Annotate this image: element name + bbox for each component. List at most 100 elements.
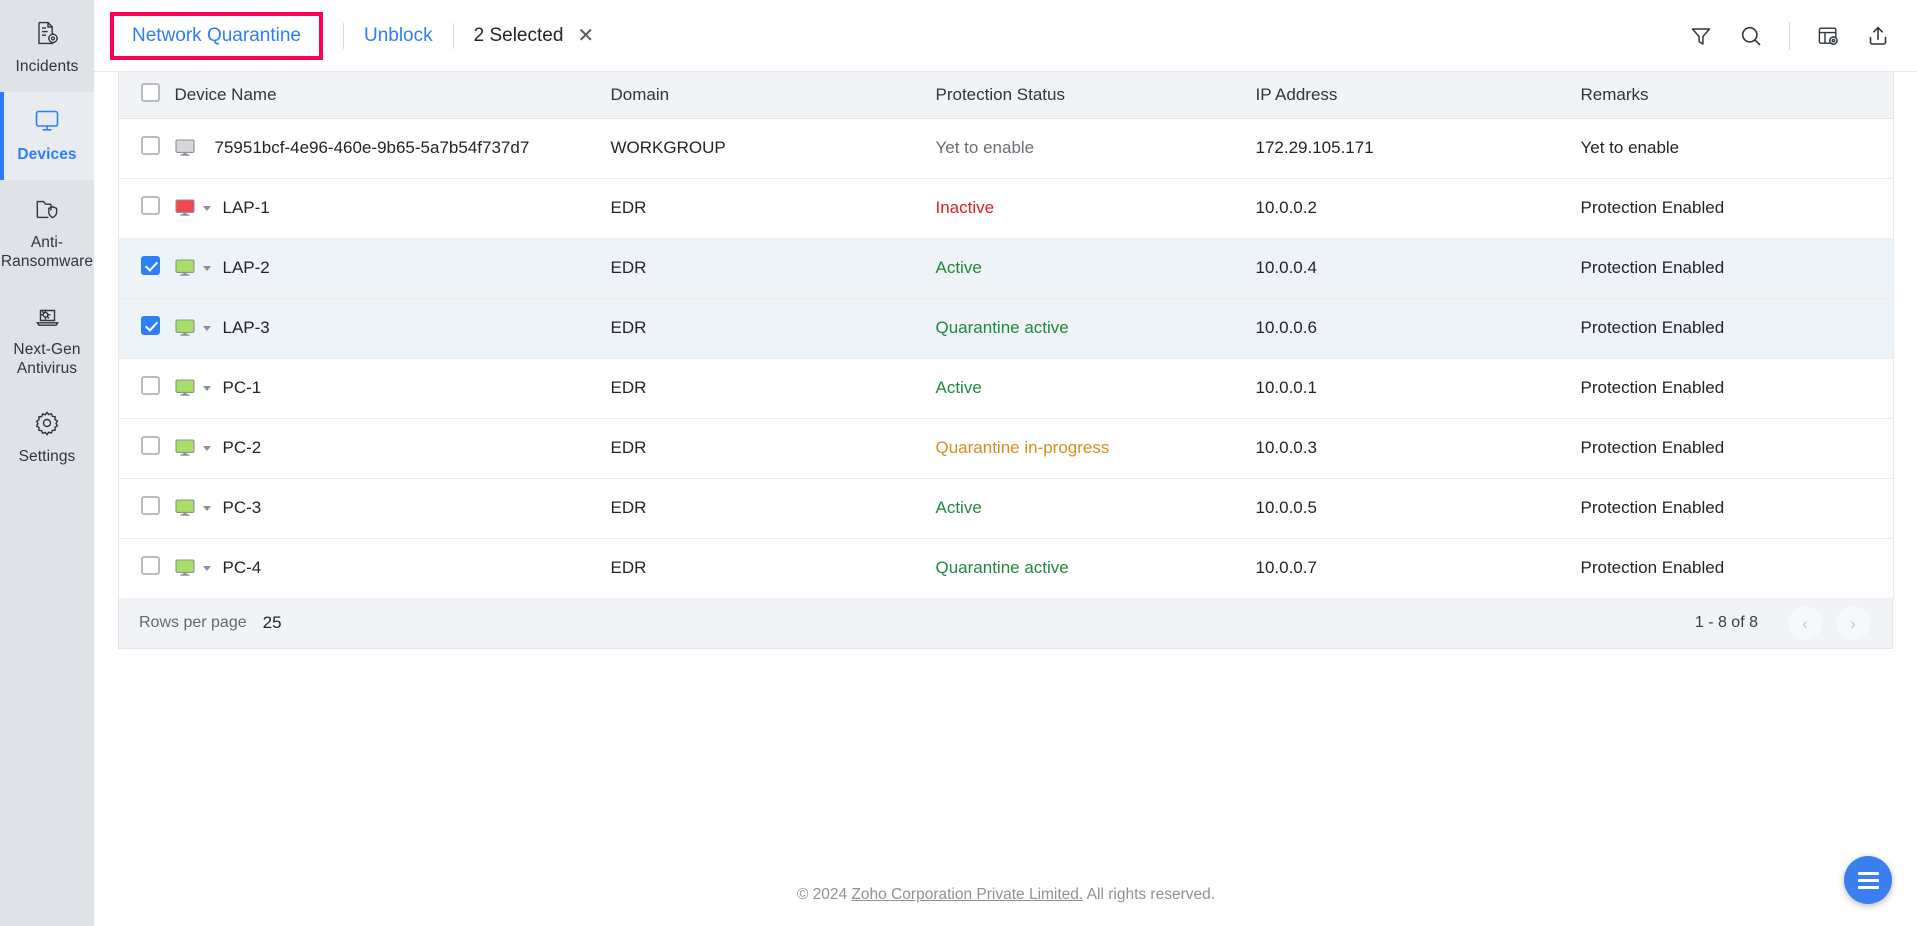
network-quarantine-button[interactable]: Network Quarantine (110, 12, 323, 60)
table-row[interactable]: LAP-3EDRQuarantine active10.0.0.6Protect… (119, 298, 1894, 358)
sidebar-item-incidents[interactable]: Incidents (0, 4, 94, 92)
table-row[interactable]: LAP-1EDRInactive10.0.0.2Protection Enabl… (119, 178, 1894, 238)
app-root: Incidents Devices (0, 0, 1917, 926)
cell-device-name[interactable]: PC-3 (175, 478, 611, 538)
device-menu-caret-icon[interactable] (203, 386, 211, 391)
device-menu-caret-icon[interactable] (203, 506, 211, 511)
device-menu-caret-icon[interactable] (203, 206, 211, 211)
row-checkbox[interactable] (141, 196, 160, 215)
sidebar-item-label: Next-Gen Antivirus (13, 340, 80, 378)
device-menu-caret-icon[interactable] (203, 326, 211, 331)
row-checkbox[interactable] (141, 556, 160, 575)
row-select-cell[interactable] (119, 358, 175, 418)
cell-device-name[interactable]: LAP-2 (175, 238, 611, 298)
filter-icon[interactable] (1689, 24, 1713, 48)
cell-device-name[interactable]: PC-2 (175, 418, 611, 478)
cell-device-name[interactable]: 75951bcf-4e96-460e-9b65-5a7b54f737d7 (175, 118, 611, 178)
cell-domain: WORKGROUP (611, 118, 936, 178)
table-row[interactable]: PC-1EDRActive10.0.0.1Protection Enabled (119, 358, 1894, 418)
copyright-prefix: © 2024 (797, 886, 852, 903)
cell-remarks: Protection Enabled (1581, 178, 1894, 238)
table-row[interactable]: 75951bcf-4e96-460e-9b65-5a7b54f737d7WORK… (119, 118, 1894, 178)
table-settings-icon[interactable] (1816, 24, 1840, 48)
row-select-cell[interactable] (119, 478, 175, 538)
cell-ip-address: 10.0.0.5 (1256, 478, 1581, 538)
clear-selection-icon[interactable]: ✕ (577, 26, 594, 46)
floating-menu-button[interactable] (1844, 856, 1892, 904)
row-select-cell[interactable] (119, 418, 175, 478)
unblock-button[interactable]: Unblock (364, 25, 433, 47)
row-select-cell[interactable] (119, 238, 175, 298)
column-header-domain[interactable]: Domain (611, 72, 936, 118)
sidebar-item-settings[interactable]: Settings (0, 394, 94, 482)
monitor-icon-green (175, 259, 197, 277)
toolbar-divider-3 (1789, 22, 1790, 50)
monitor-icon-green (175, 559, 197, 577)
row-select-cell[interactable] (119, 178, 175, 238)
cell-ip-address: 172.29.105.171 (1256, 118, 1581, 178)
copyright-suffix: All rights reserved. (1083, 886, 1215, 903)
row-select-cell[interactable] (119, 298, 175, 358)
device-name-label: PC-2 (223, 438, 262, 458)
device-menu-caret-icon[interactable] (203, 446, 211, 451)
status-label: Quarantine active (936, 558, 1069, 577)
cell-device-name[interactable]: LAP-3 (175, 298, 611, 358)
sidebar-item-devices[interactable]: Devices (0, 92, 94, 180)
sidebar-item-next-gen-antivirus[interactable]: Next-Gen Antivirus (0, 287, 94, 394)
column-header-device-name[interactable]: Device Name (175, 72, 611, 118)
column-header-ip-address[interactable]: IP Address (1256, 72, 1581, 118)
toolbar-divider-1 (343, 23, 344, 49)
toolbar-divider-2 (453, 23, 454, 49)
table-row[interactable]: PC-3EDRActive10.0.0.5Protection Enabled (119, 478, 1894, 538)
status-label: Quarantine in-progress (936, 438, 1110, 457)
cell-remarks: Protection Enabled (1581, 238, 1894, 298)
table-row[interactable]: PC-2EDRQuarantine in-progress10.0.0.3Pro… (119, 418, 1894, 478)
row-checkbox[interactable] (141, 316, 160, 335)
sidebar-item-label: Incidents (16, 57, 79, 76)
cell-protection-status: Yet to enable (936, 118, 1256, 178)
selection-count-label: 2 Selected (474, 25, 564, 47)
device-menu-caret-icon[interactable] (203, 266, 211, 271)
status-label: Active (936, 498, 982, 517)
row-select-cell[interactable] (119, 118, 175, 178)
chevron-right-icon: › (1850, 615, 1856, 632)
row-checkbox[interactable] (141, 376, 160, 395)
company-link[interactable]: Zoho Corporation Private Limited. (851, 886, 1083, 903)
search-icon[interactable] (1739, 24, 1763, 48)
select-all-header (119, 72, 175, 118)
next-page-button[interactable]: › (1836, 606, 1870, 640)
row-checkbox[interactable] (141, 256, 160, 275)
cell-ip-address: 10.0.0.1 (1256, 358, 1581, 418)
sidebar-item-label: Anti- Ransomware (1, 233, 93, 271)
chevron-left-icon: ‹ (1802, 615, 1808, 632)
select-all-checkbox[interactable] (141, 83, 160, 102)
menu-icon-bar (1858, 872, 1879, 875)
status-label: Inactive (936, 198, 995, 217)
cell-domain: EDR (611, 418, 936, 478)
previous-page-button[interactable]: ‹ (1788, 606, 1822, 640)
cell-device-name[interactable]: PC-4 (175, 538, 611, 598)
pagination-controls: 1 - 8 of 8 ‹ › (1695, 606, 1870, 640)
row-checkbox[interactable] (141, 496, 160, 515)
sidebar-item-anti-ransomware[interactable]: Anti- Ransomware (0, 180, 94, 287)
row-select-cell[interactable] (119, 538, 175, 598)
column-header-remarks[interactable]: Remarks (1581, 72, 1894, 118)
device-menu-caret-icon[interactable] (203, 566, 211, 571)
sidebar-item-label: Settings (19, 447, 76, 466)
rows-per-page-value[interactable]: 25 (263, 613, 282, 633)
toolbar: Network Quarantine Unblock 2 Selected ✕ (94, 0, 1917, 72)
export-icon[interactable] (1866, 24, 1890, 48)
status-label: Yet to enable (936, 138, 1035, 157)
row-checkbox[interactable] (141, 436, 160, 455)
cell-remarks: Protection Enabled (1581, 478, 1894, 538)
row-checkbox[interactable] (141, 136, 160, 155)
cell-device-name[interactable]: PC-1 (175, 358, 611, 418)
table-row[interactable]: PC-4EDRQuarantine active10.0.0.7Protecti… (119, 538, 1894, 598)
device-name-label: PC-3 (223, 498, 262, 518)
table-row[interactable]: LAP-2EDRActive10.0.0.4Protection Enabled (119, 238, 1894, 298)
incidents-icon (34, 18, 60, 48)
cell-device-name[interactable]: LAP-1 (175, 178, 611, 238)
cell-ip-address: 10.0.0.6 (1256, 298, 1581, 358)
column-header-protection-status[interactable]: Protection Status (936, 72, 1256, 118)
menu-icon-bar (1858, 879, 1879, 882)
